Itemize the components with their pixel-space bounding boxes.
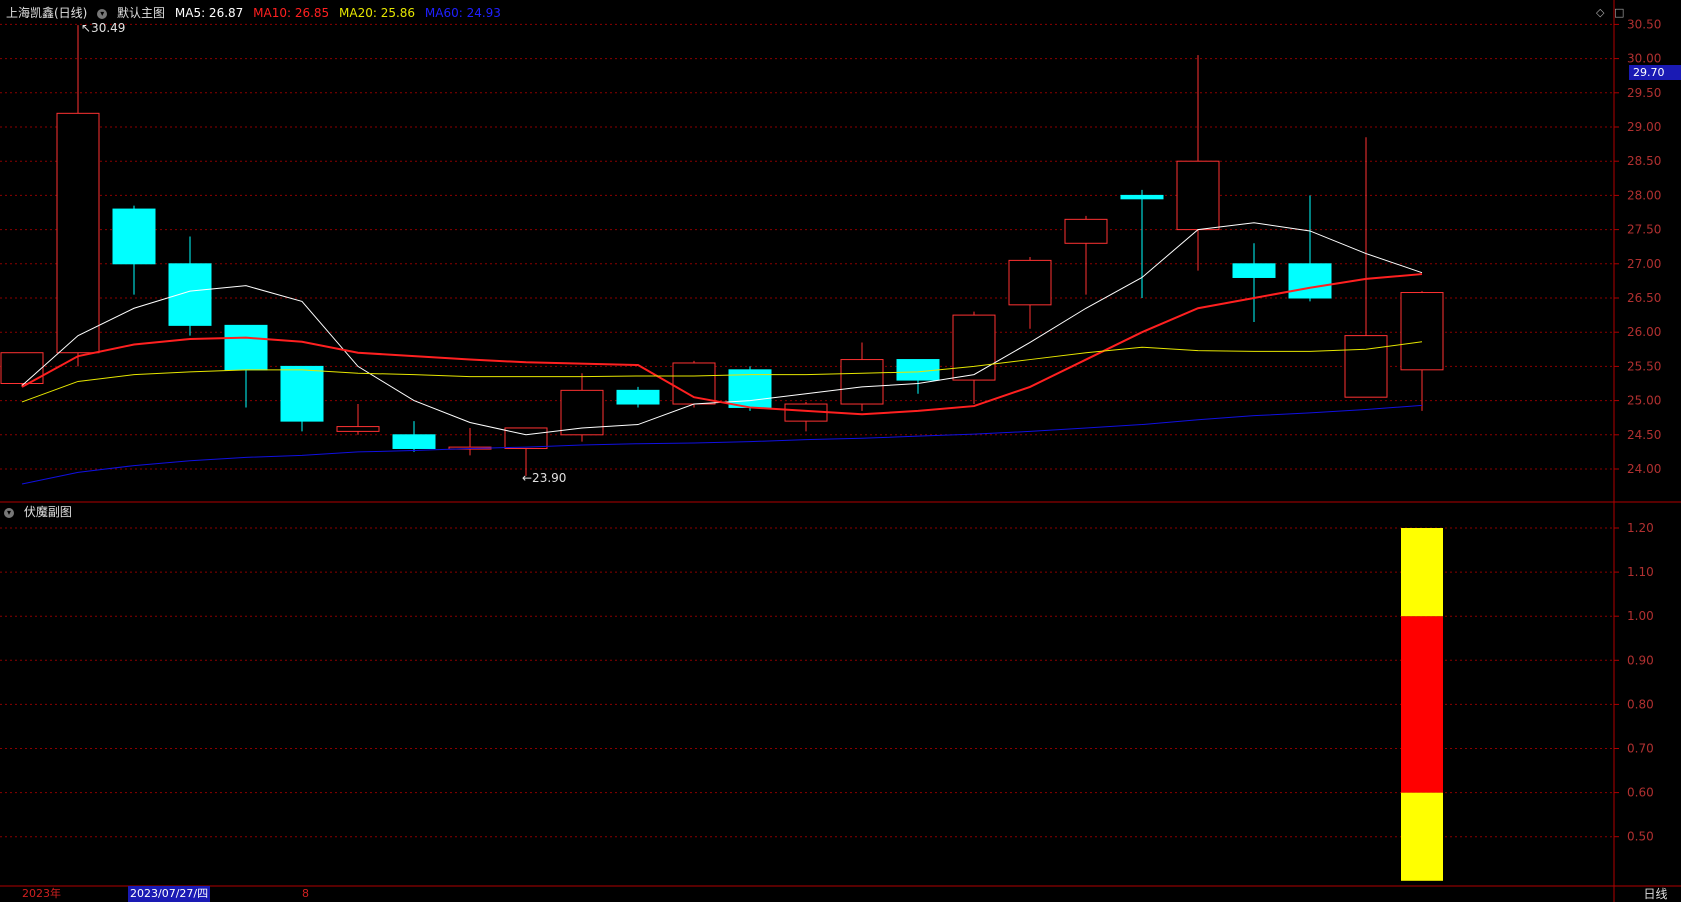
candle-up xyxy=(1008,259,1052,306)
low-price-annotation: ←23.90 xyxy=(522,471,566,485)
indicator-bar-segment xyxy=(1401,792,1443,881)
price-tick-label: 27.50 xyxy=(1627,223,1661,237)
candle-down xyxy=(1232,263,1276,278)
candle-up xyxy=(336,426,380,432)
price-tick-label: 29.50 xyxy=(1627,86,1661,100)
candle-up xyxy=(840,359,884,405)
price-tick-label: 25.00 xyxy=(1627,394,1661,408)
indicator-bar-segment xyxy=(1401,528,1443,617)
candle-down xyxy=(896,359,940,381)
sub-tick-label: 1.10 xyxy=(1627,565,1654,579)
date-mark-label: 8 xyxy=(302,887,309,900)
sub-tick-label: 1.20 xyxy=(1627,521,1654,535)
ma10-readout: MA10: 26.85 xyxy=(253,6,330,20)
price-tick-label: 25.50 xyxy=(1627,359,1661,373)
candle-up xyxy=(504,427,548,449)
candle-up xyxy=(952,314,996,381)
collapse-circle-icon[interactable]: ▾ xyxy=(4,507,14,518)
price-tick-label: 28.00 xyxy=(1627,188,1661,202)
period-label[interactable]: 日线 xyxy=(1630,886,1681,902)
candle-down xyxy=(616,389,660,405)
price-tick-label: 26.00 xyxy=(1627,325,1661,339)
square-icon[interactable]: □ xyxy=(1614,6,1624,19)
cursor-date-label: 2023/07/27/四 xyxy=(128,886,211,902)
collapse-circle-icon[interactable]: ▾ xyxy=(97,8,108,19)
price-tick-label: 27.00 xyxy=(1627,257,1661,271)
candle-up xyxy=(1176,160,1220,231)
main-chart: ↖30.49←23.90 xyxy=(0,21,1444,485)
ma5-readout: MA5: 26.87 xyxy=(174,6,244,20)
candle-down xyxy=(112,208,156,265)
current-price-tag: 29.70 xyxy=(1629,65,1681,80)
sub-tick-label: 0.50 xyxy=(1627,830,1654,844)
price-tick-label: 26.50 xyxy=(1627,291,1661,305)
chart-canvas[interactable]: ↖30.49←23.90 24.00 24.50 25.00 25.50 26.00 26… xyxy=(0,0,1681,902)
main-chart-header: 上海凯鑫(日线) ▾ 默认主图 MA5: 26.87 MA10: 26.85 M… xyxy=(6,2,507,24)
sub-tick-label: 0.90 xyxy=(1627,653,1654,667)
sub-chart-title[interactable]: 伏魔副图 xyxy=(24,505,72,519)
sub-tick-label: 0.80 xyxy=(1627,697,1654,711)
diamond-icon[interactable]: ◇ xyxy=(1596,6,1604,19)
candle-up xyxy=(1344,335,1388,398)
stock-chart-app: ↖30.49 ←23.90 24.00 24.50 25.00 25.50 26.00 26… xyxy=(0,0,1681,902)
candle-down xyxy=(1288,263,1332,299)
candle-down xyxy=(168,263,212,326)
price-tick-label: 30.50 xyxy=(1627,17,1661,31)
sub-chart xyxy=(1401,528,1443,881)
sub-chart-header: ▾ 伏魔副图 xyxy=(4,501,78,523)
price-axis: 24.00 24.50 25.00 25.50 26.00 26.50 27.00 27.50… xyxy=(1614,17,1661,844)
candle-up xyxy=(1400,292,1444,371)
indicator-bar-segment xyxy=(1401,616,1443,793)
ma60-readout: MA60: 24.93 xyxy=(424,6,501,20)
sub-tick-label: 0.60 xyxy=(1627,786,1654,800)
ma20-readout: MA20: 25.86 xyxy=(339,6,416,20)
candle-down xyxy=(1120,194,1164,200)
candle-up xyxy=(1064,218,1108,244)
ma-line-ma60 xyxy=(21,404,1423,485)
price-tick-label: 30.00 xyxy=(1627,52,1661,66)
candle-down xyxy=(392,434,436,449)
sub-tick-label: 0.70 xyxy=(1627,742,1654,756)
price-tick-label: 28.50 xyxy=(1627,154,1661,168)
price-tick-label: 24.50 xyxy=(1627,428,1661,442)
candle-down xyxy=(280,365,324,422)
price-tick-label: 29.00 xyxy=(1627,120,1661,134)
date-year-label: 2023年 xyxy=(22,887,61,900)
candle-up xyxy=(56,112,100,354)
sub-tick-label: 1.00 xyxy=(1627,609,1654,623)
price-tick-label: 24.00 xyxy=(1627,462,1661,476)
candle-down xyxy=(224,324,268,371)
stock-name[interactable]: 上海凯鑫(日线) xyxy=(6,6,87,20)
indicator-name[interactable]: 默认主图 xyxy=(117,6,165,20)
